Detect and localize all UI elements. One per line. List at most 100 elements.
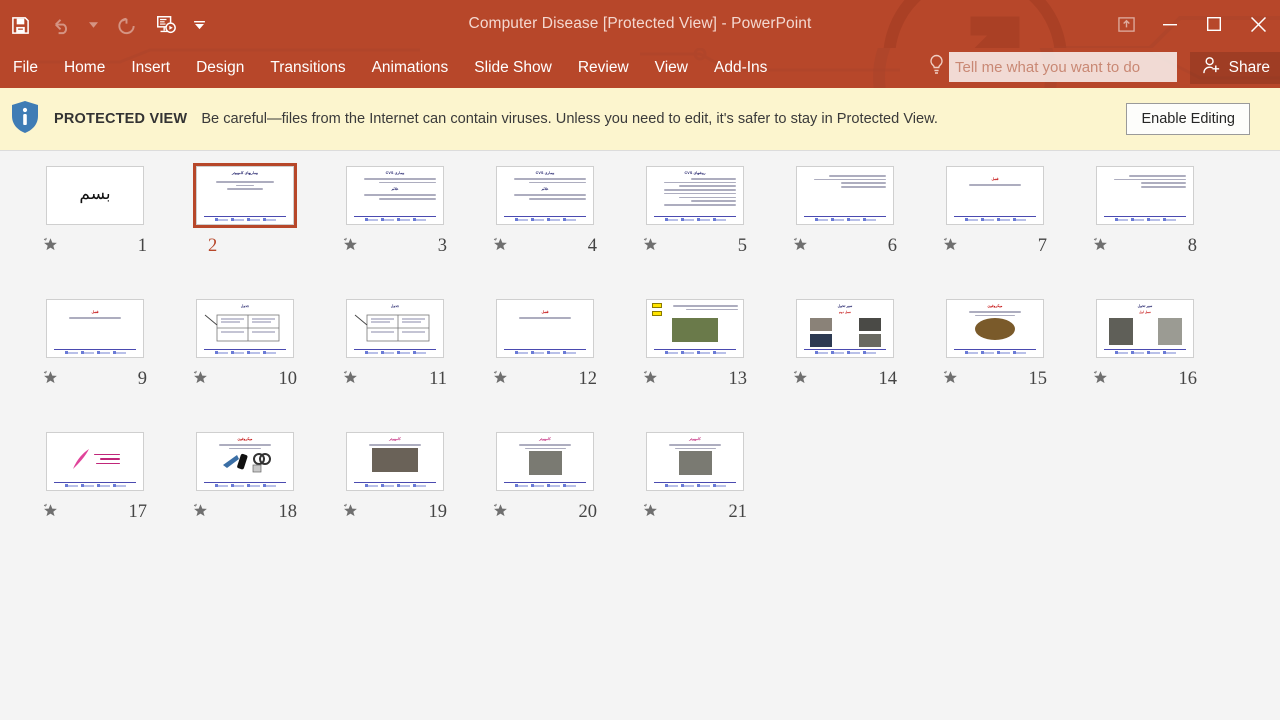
slide-number: 18 <box>278 502 298 522</box>
slide-thumbnail[interactable]: کامپیوتر <box>643 429 747 494</box>
close-button[interactable] <box>1236 1 1280 47</box>
animation-star-icon[interactable] <box>643 237 658 257</box>
slide-thumbnail[interactable]: فصل <box>943 163 1047 228</box>
slide-thumbnail[interactable]: روشهای CVS <box>643 163 747 228</box>
slide-cell[interactable]: بيماری CVS علائم 3 <box>320 163 470 296</box>
thumb-footer <box>54 481 136 488</box>
save-button[interactable] <box>0 5 40 45</box>
protected-view-bar: PROTECTED VIEW Be careful—files from the… <box>0 88 1280 151</box>
minimize-button[interactable] <box>1148 1 1192 47</box>
animation-star-icon[interactable] <box>793 370 808 390</box>
animation-star-icon[interactable] <box>193 503 208 523</box>
animation-star-icon[interactable] <box>43 237 58 257</box>
slide-thumbnail[interactable]: جدول <box>343 296 447 361</box>
slide-meta: 10 <box>193 369 297 390</box>
restore-button[interactable] <box>1192 1 1236 47</box>
slide-thumbnail[interactable]: فصل <box>493 296 597 361</box>
animation-star-icon[interactable] <box>793 237 808 257</box>
slide-cell[interactable]: بيماری CVS علائم 4 <box>470 163 620 296</box>
slide-cell[interactable]: روشهای CVS 5 <box>620 163 770 296</box>
tab-file[interactable]: File <box>0 48 51 88</box>
slide-number: 21 <box>728 502 748 522</box>
tab-home[interactable]: Home <box>51 48 118 88</box>
ribbon-display-options-button[interactable] <box>1104 1 1148 47</box>
animation-star-icon[interactable] <box>493 370 508 390</box>
animation-star-icon[interactable] <box>343 503 358 523</box>
animation-star-icon[interactable] <box>343 237 358 257</box>
slide-cell[interactable]: 8 <box>1070 163 1220 296</box>
slide-cell[interactable]: میکروفون 18 <box>170 429 320 562</box>
slide-number: 11 <box>429 369 447 389</box>
animation-star-icon[interactable] <box>43 503 58 523</box>
slide-thumbnail-selected[interactable]: بيماريهای کامپیوتر <box>193 163 297 228</box>
tab-animations[interactable]: Animations <box>359 48 462 88</box>
thumb-footer <box>354 481 436 488</box>
slide-cell[interactable]: جدول 10 <box>170 296 320 429</box>
tab-transitions[interactable]: Transitions <box>257 48 358 88</box>
slide-cell[interactable]: 13 <box>620 296 770 429</box>
slide-thumbnail[interactable]: سیر تحول نسل دوم <box>793 296 897 361</box>
thumb-title: کامپیوتر <box>539 437 551 441</box>
slide-number: 16 <box>1178 369 1198 389</box>
tell-me-input[interactable]: Tell me what you want to do <box>949 52 1177 82</box>
animation-star-icon[interactable] <box>193 370 208 390</box>
animation-star-icon[interactable] <box>643 370 658 390</box>
tab-design[interactable]: Design <box>183 48 257 88</box>
animation-star-icon[interactable] <box>943 237 958 257</box>
tab-view[interactable]: View <box>642 48 701 88</box>
slide-thumbnail[interactable]: جدول <box>193 296 297 361</box>
undo-dropdown-button[interactable] <box>80 5 106 45</box>
thumb-title: سیر تحول <box>837 304 853 308</box>
tab-add-ins[interactable]: Add-Ins <box>701 48 780 88</box>
slide-cell[interactable]: سیر تحول نسل اول 16 <box>1070 296 1220 429</box>
slide-thumbnail[interactable]: میکروفون <box>193 429 297 494</box>
slide-thumbnail[interactable]: کامپیوتر <box>343 429 447 494</box>
slide-cell[interactable]: بسم 1 <box>20 163 170 296</box>
share-button[interactable]: Share <box>1189 52 1280 84</box>
animation-star-icon[interactable] <box>493 503 508 523</box>
animation-star-icon[interactable] <box>493 237 508 257</box>
slide-thumbnail[interactable]: بيماری CVS علائم <box>343 163 447 228</box>
redo-button[interactable] <box>106 5 146 45</box>
slide-cell[interactable]: 17 <box>20 429 170 562</box>
slide-thumbnail[interactable] <box>643 296 747 361</box>
tab-slide-show[interactable]: Slide Show <box>461 48 565 88</box>
slide-thumbnail-canvas: کامپیوتر <box>646 432 744 491</box>
animation-star-icon[interactable] <box>343 370 358 390</box>
slide-number: 10 <box>278 369 298 389</box>
customize-quick-access-button[interactable] <box>186 5 212 45</box>
tab-insert[interactable]: Insert <box>118 48 183 88</box>
slide-thumbnail[interactable] <box>793 163 897 228</box>
window-controls <box>1104 0 1280 48</box>
slide-thumbnail[interactable]: کامپیوتر <box>493 429 597 494</box>
undo-button[interactable] <box>40 5 80 45</box>
slide-cell[interactable]: جدول 11 <box>320 296 470 429</box>
slide-thumbnail[interactable]: بسم <box>43 163 147 228</box>
animation-star-icon[interactable] <box>1093 370 1108 390</box>
animation-star-icon[interactable] <box>43 370 58 390</box>
slide-thumbnail[interactable]: بيماری CVS علائم <box>493 163 597 228</box>
slide-cell[interactable]: 6 <box>770 163 920 296</box>
tab-review[interactable]: Review <box>565 48 642 88</box>
animation-star-icon[interactable] <box>643 503 658 523</box>
slide-cell[interactable]: کامپیوتر 21 <box>620 429 770 562</box>
slide-thumbnail[interactable]: سیر تحول نسل اول <box>1093 296 1197 361</box>
slide-thumbnail[interactable]: فصل <box>43 296 147 361</box>
slide-number: 17 <box>128 502 148 522</box>
slide-cell[interactable]: سیر تحول نسل دوم 14 <box>770 296 920 429</box>
slide-thumbnail[interactable] <box>1093 163 1197 228</box>
slide-cell[interactable]: بيماريهای کامپیوتر 2 <box>170 163 320 296</box>
start-presentation-button[interactable] <box>146 5 186 45</box>
slide-thumbnail[interactable] <box>43 429 147 494</box>
slide-meta: 5 <box>643 236 747 257</box>
slide-cell[interactable]: فصل 7 <box>920 163 1070 296</box>
slide-cell[interactable]: فصل 12 <box>470 296 620 429</box>
slide-cell[interactable]: کامپیوتر 19 <box>320 429 470 562</box>
slide-cell[interactable]: فصل 9 <box>20 296 170 429</box>
animation-star-icon[interactable] <box>943 370 958 390</box>
slide-thumbnail[interactable]: میکروفون <box>943 296 1047 361</box>
animation-star-icon[interactable] <box>1093 237 1108 257</box>
slide-cell[interactable]: کامپیوتر 20 <box>470 429 620 562</box>
slide-cell[interactable]: میکروفون 15 <box>920 296 1070 429</box>
enable-editing-button[interactable]: Enable Editing <box>1126 103 1250 135</box>
